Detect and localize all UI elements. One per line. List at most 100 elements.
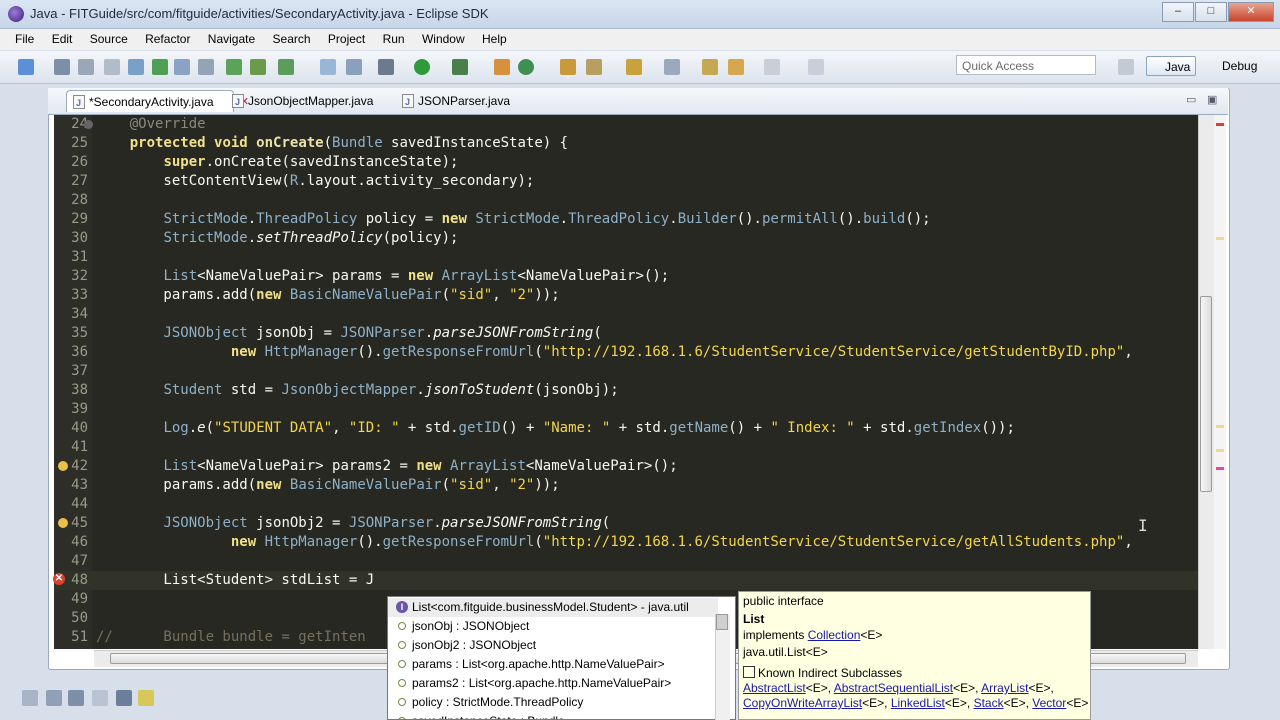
code-line[interactable]: 47: [54, 552, 1198, 571]
code-text[interactable]: JSONObject jsonObj2 = JSONParser.parseJS…: [96, 514, 610, 533]
code-line[interactable]: 25 protected void onCreate(Bundle savedI…: [54, 134, 1198, 153]
code-line[interactable]: 28: [54, 191, 1198, 210]
code-line[interactable]: 44: [54, 495, 1198, 514]
code-line[interactable]: 43 params.add(new BasicNameValuePair("si…: [54, 476, 1198, 495]
debug-perspective-button[interactable]: Debug: [1204, 56, 1257, 76]
code-text[interactable]: params.add(new BasicNameValuePair("sid",…: [96, 286, 559, 305]
bug-debug-icon[interactable]: [378, 59, 394, 75]
code-line[interactable]: 33 params.add(new BasicNameValuePair("si…: [54, 286, 1198, 305]
menu-run[interactable]: Run: [376, 29, 412, 46]
code-line[interactable]: 41: [54, 438, 1198, 457]
menu-edit[interactable]: Edit: [45, 29, 80, 46]
code-text[interactable]: StrictMode.ThreadPolicy policy = new Str…: [96, 210, 930, 229]
next-annotation-icon[interactable]: [626, 59, 642, 75]
new-class-icon[interactable]: [320, 59, 336, 75]
search-wand-icon[interactable]: [586, 59, 602, 75]
assist-item[interactable]: jsonObj2 : JSONObject: [388, 636, 718, 655]
assist-item[interactable]: params : List<org.apache.http.NameValueP…: [388, 655, 718, 674]
code-text[interactable]: protected void onCreate(Bundle savedInst…: [96, 134, 568, 153]
code-line[interactable]: 35 JSONObject jsonObj = JSONParser.parse…: [54, 324, 1198, 343]
assist-item[interactable]: I List<com.fitguide.businessModel.Student…: [388, 598, 718, 617]
logcat-icon[interactable]: [138, 690, 154, 706]
minimize-button[interactable]: –: [1162, 2, 1194, 22]
previous-annotation-icon[interactable]: [664, 59, 680, 75]
code-line[interactable]: 40 Log.e("STUDENT DATA", "ID: " + std.ge…: [54, 419, 1198, 438]
code-text[interactable]: // Bundle bundle = getInten: [96, 628, 366, 647]
code-line[interactable]: 48 List<Student> stdList = J: [54, 571, 1198, 590]
menu-source[interactable]: Source: [83, 29, 135, 46]
pin-icon[interactable]: [808, 59, 824, 75]
declaration-icon[interactable]: [92, 690, 108, 706]
open-type-icon[interactable]: [198, 59, 214, 75]
warning-overview-mark[interactable]: [1216, 425, 1224, 428]
new-java-class-icon[interactable]: [518, 59, 534, 75]
code-text[interactable]: new HttpManager().getResponseFromUrl("ht…: [96, 533, 1133, 552]
code-line[interactable]: 37: [54, 362, 1198, 381]
save-icon[interactable]: [54, 59, 70, 75]
menu-file[interactable]: File: [8, 29, 41, 46]
warning-marker-icon[interactable]: [58, 518, 68, 528]
code-text[interactable]: Log.e("STUDENT DATA", "ID: " + std.getID…: [96, 419, 1014, 438]
subclass-link[interactable]: Vector: [1032, 696, 1066, 710]
warning-overview-mark[interactable]: [1216, 237, 1224, 240]
content-assist-scroll-thumb[interactable]: [716, 614, 728, 630]
code-line[interactable]: 27 setContentView(R.layout.activity_seco…: [54, 172, 1198, 191]
fold-collapse-icon[interactable]: [84, 120, 93, 129]
close-button[interactable]: ✕: [1228, 2, 1274, 22]
android-sdk-icon[interactable]: [152, 59, 168, 75]
code-line[interactable]: 30 StrictMode.setThreadPolicy(policy);: [54, 229, 1198, 248]
code-text[interactable]: super.onCreate(savedInstanceState);: [96, 153, 458, 172]
code-text[interactable]: Student std = JsonObjectMapper.jsonToStu…: [96, 381, 618, 400]
code-text[interactable]: List<Student> stdList = J: [96, 571, 374, 590]
assist-item[interactable]: savedInstanceState : Bundle: [388, 712, 718, 719]
save-all-icon[interactable]: [78, 59, 94, 75]
subclass-link[interactable]: ArrayList: [981, 681, 1028, 695]
code-text[interactable]: @Override: [96, 115, 206, 134]
new-icon[interactable]: [18, 59, 34, 75]
code-text[interactable]: new HttpManager().getResponseFromUrl("ht…: [96, 343, 1133, 362]
menu-refactor[interactable]: Refactor: [138, 29, 197, 46]
code-text[interactable]: params.add(new BasicNameValuePair("sid",…: [96, 476, 559, 495]
code-text[interactable]: List<NameValuePair> params = new ArrayLi…: [96, 267, 669, 286]
code-line[interactable]: 36 new HttpManager().getResponseFromUrl(…: [54, 343, 1198, 362]
subclass-link[interactable]: LinkedList: [891, 696, 945, 710]
code-line[interactable]: 38 Student std = JsonObjectMapper.jsonTo…: [54, 381, 1198, 400]
warning-marker-icon[interactable]: [58, 461, 68, 471]
debug-config-icon[interactable]: [128, 59, 144, 75]
code-line[interactable]: 45 JSONObject jsonObj2 = JSONParser.pars…: [54, 514, 1198, 533]
run-icon[interactable]: [414, 59, 430, 75]
code-editor[interactable]: 24 @Override 25 protected void onCreate(B…: [54, 115, 1198, 649]
tab-json-parser[interactable]: JSONParser.java: [396, 90, 526, 113]
problems-icon[interactable]: [46, 690, 62, 706]
error-overview-mark[interactable]: [1216, 123, 1224, 126]
error-marker-icon[interactable]: ✕: [53, 573, 65, 585]
menu-search[interactable]: Search: [266, 29, 318, 46]
code-line[interactable]: 29 StrictMode.ThreadPolicy policy = new …: [54, 210, 1198, 229]
warning-overview-mark[interactable]: [1216, 449, 1224, 452]
menu-navigate[interactable]: Navigate: [201, 29, 262, 46]
error-overview-mark[interactable]: [1216, 467, 1224, 470]
open-perspective-icon[interactable]: [1118, 59, 1134, 75]
quick-access-input[interactable]: Quick Access: [956, 55, 1096, 75]
avd-manager-icon[interactable]: [174, 59, 190, 75]
vertical-scroll-thumb[interactable]: [1200, 296, 1212, 492]
code-line[interactable]: 39: [54, 400, 1198, 419]
assist-item[interactable]: jsonObj : JSONObject: [388, 617, 718, 636]
assist-item[interactable]: policy : StrictMode.ThreadPolicy: [388, 693, 718, 712]
console-icon[interactable]: [116, 690, 132, 706]
subclass-link[interactable]: AbstractSequentialList: [834, 681, 953, 695]
code-text[interactable]: StrictMode.setThreadPolicy(policy);: [96, 229, 458, 248]
wand-icon[interactable]: [346, 59, 362, 75]
build-icon[interactable]: [250, 59, 266, 75]
subclass-link[interactable]: CopyOnWriteArrayList: [743, 696, 862, 710]
forward-icon[interactable]: [764, 59, 780, 75]
print-icon[interactable]: [104, 59, 120, 75]
code-text[interactable]: setContentView(R.layout.activity_seconda…: [96, 172, 534, 191]
new-package-icon[interactable]: [494, 59, 510, 75]
last-edit-icon[interactable]: [702, 59, 718, 75]
open-folder-icon[interactable]: [560, 59, 576, 75]
code-line[interactable]: 42 List<NameValuePair> params2 = new Arr…: [54, 457, 1198, 476]
menu-help[interactable]: Help: [475, 29, 514, 46]
code-line[interactable]: 46 new HttpManager().getResponseFromUrl(…: [54, 533, 1198, 552]
tab-json-object-mapper[interactable]: JsonObjectMapper.java: [226, 90, 386, 113]
